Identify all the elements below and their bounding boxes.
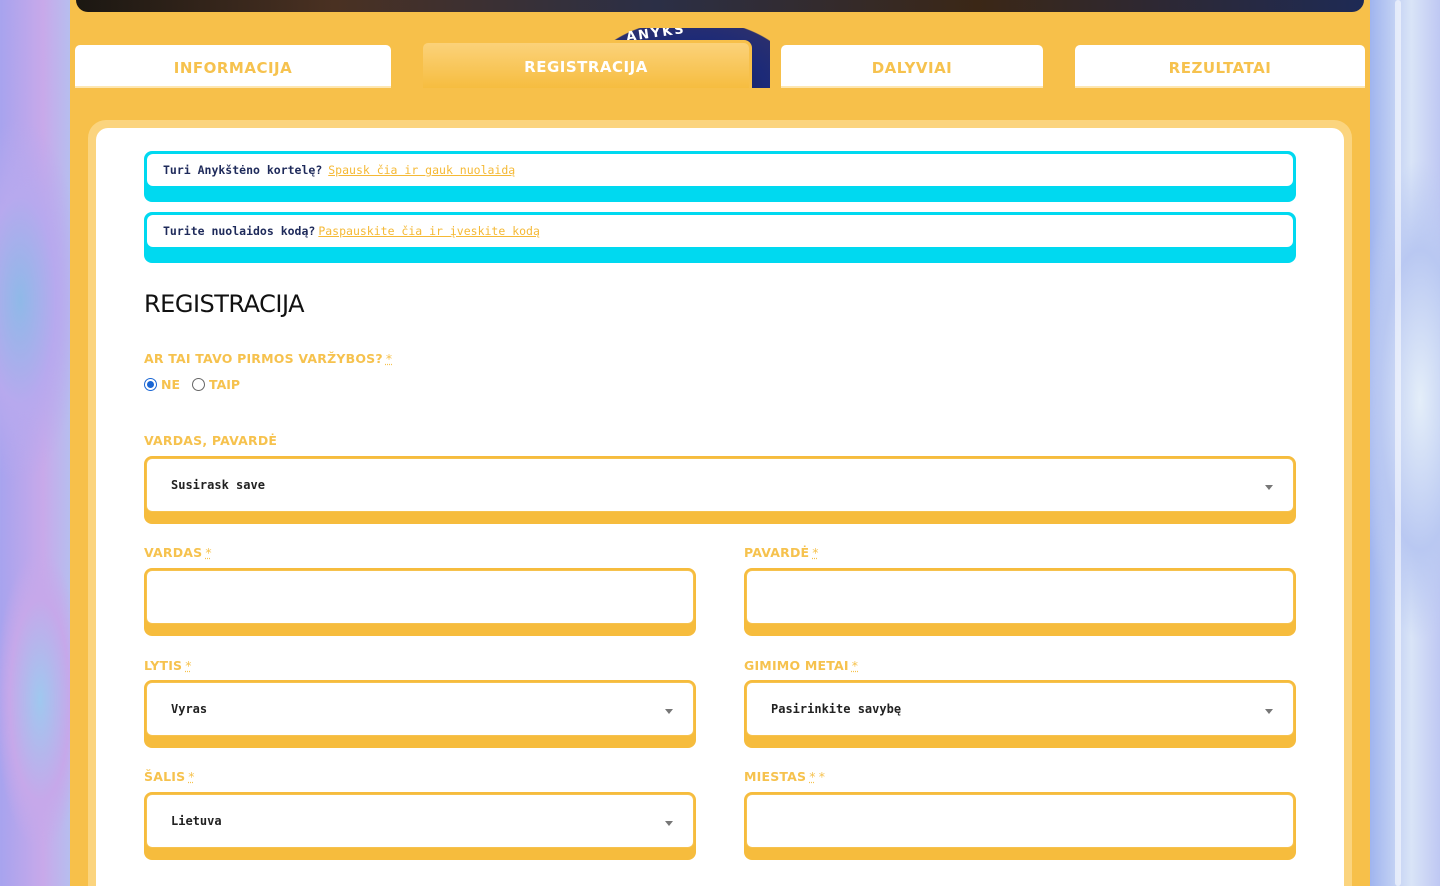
radio-taip[interactable]	[192, 378, 206, 391]
hero-image	[76, 0, 1364, 12]
country-select-box[interactable]: Lietuva	[146, 794, 694, 848]
tab-rezultatai[interactable]: REZULTATAI	[1072, 42, 1368, 90]
country-select-value: Lietuva	[171, 814, 222, 828]
page-title: REGISTRACIJA	[144, 290, 305, 318]
full-name-select-box[interactable]: Susirask save	[146, 458, 1294, 512]
first-name-field[interactable]	[144, 568, 696, 636]
gender-select-value: Vyras	[171, 702, 208, 716]
first-race-radio-group: NE TAIP	[144, 377, 240, 392]
last-name-field[interactable]	[744, 568, 1296, 636]
notice-discount-code: Turite nuolaidos kodą? Paspauskite čia i…	[144, 212, 1296, 263]
city-field[interactable]	[744, 792, 1296, 860]
full-name-select[interactable]: Susirask save	[144, 456, 1296, 524]
country-label: ŠALIS *	[144, 769, 195, 784]
city-label: MIESTAS * *	[744, 769, 826, 784]
birth-year-label: GIMIMO METAI *	[744, 658, 859, 673]
tab-informacija[interactable]: INFORMACIJA	[72, 42, 394, 90]
full-name-label: VARDAS, PAVARDĖ	[144, 433, 278, 448]
notice-text: Turi Anykštėno kortelę?	[163, 163, 323, 177]
loyalty-discount-link[interactable]: Spausk čia ir gauk nuolaidą	[328, 163, 515, 177]
birth-year-select-box[interactable]: Pasirinkite savybę	[746, 682, 1294, 736]
radio-taip-label[interactable]: TAIP	[209, 377, 240, 392]
first-name-label: VARDAS *	[144, 545, 212, 560]
notice-loyalty-card: Turi Anykštėno kortelę? Spausk čia ir ga…	[144, 151, 1296, 202]
discount-code-link[interactable]: Paspauskite čia ir įveskite kodą	[318, 224, 540, 238]
gender-select-box[interactable]: Vyras	[146, 682, 694, 736]
last-name-input[interactable]	[746, 570, 1294, 624]
gender-label: LYTIS *	[144, 658, 192, 673]
birth-year-select[interactable]: Pasirinkite savybę	[744, 680, 1296, 748]
background-decoration	[1395, 0, 1401, 886]
first-race-label: AR TAI TAVO PIRMOS VARŽYBOS? *	[144, 351, 393, 366]
tab-dalyviai[interactable]: DALYVIAI	[778, 42, 1046, 90]
radio-ne[interactable]	[144, 378, 157, 391]
first-name-input[interactable]	[146, 570, 694, 624]
full-name-select-value: Susirask save	[171, 478, 265, 492]
gender-select[interactable]: Vyras	[144, 680, 696, 748]
country-select[interactable]: Lietuva	[144, 792, 696, 860]
birth-year-select-value: Pasirinkite savybę	[771, 702, 902, 716]
city-input[interactable]	[746, 794, 1294, 848]
last-name-label: PAVARDĖ *	[744, 545, 819, 560]
notice-text: Turite nuolaidos kodą?	[163, 224, 316, 238]
radio-ne-label[interactable]: NE	[161, 377, 180, 392]
chevron-down-icon	[665, 821, 673, 826]
tab-registracija[interactable]: REGISTRACIJA	[420, 40, 752, 90]
chevron-down-icon	[665, 709, 673, 714]
chevron-down-icon	[1265, 485, 1273, 490]
tab-strip	[70, 88, 1370, 92]
chevron-down-icon	[1265, 709, 1273, 714]
